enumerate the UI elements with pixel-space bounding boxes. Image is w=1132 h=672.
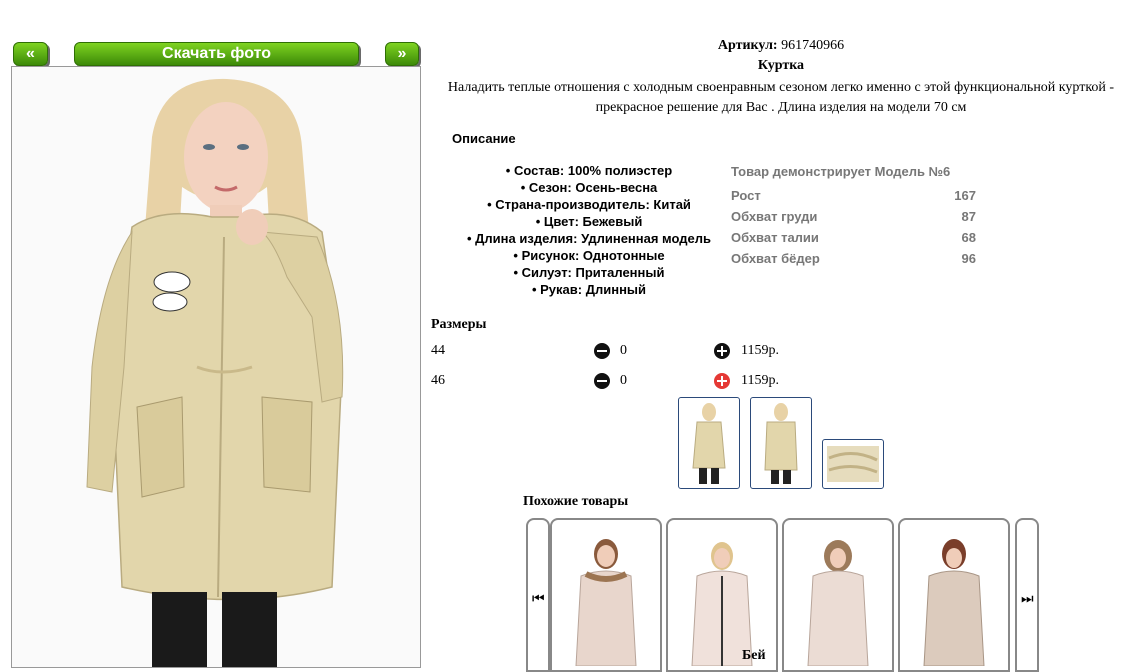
model-row-label: Обхват бёдер: [731, 251, 820, 266]
property-item: Состав: 100% полиэстер: [450, 162, 728, 179]
model-row-value: 68: [961, 230, 976, 245]
similar-product-card[interactable]: [550, 518, 662, 672]
model-row: Обхват груди 87: [731, 206, 976, 227]
model-row-value: 96: [961, 251, 976, 266]
previous-photo-button[interactable]: «: [13, 42, 48, 66]
quantity-value: 0: [620, 373, 627, 388]
similar-products-heading: Похожие товары: [523, 494, 629, 509]
model-row-value: 87: [961, 209, 976, 224]
size-price: 1159р.: [741, 343, 779, 358]
description-heading: Описание: [452, 131, 516, 146]
photo-thumbnail-front[interactable]: [678, 397, 740, 489]
property-item: Длина изделия: Удлиненная модель: [450, 230, 728, 247]
plus-circle-icon[interactable]: [714, 373, 730, 389]
minus-circle-icon[interactable]: [594, 373, 610, 389]
similar-product-card[interactable]: [898, 518, 1010, 672]
article-line: Артикул: 961740966: [430, 38, 1132, 54]
plus-circle-icon[interactable]: [714, 343, 730, 359]
model-row-value: 167: [954, 188, 976, 203]
similar-product-card[interactable]: [782, 518, 894, 672]
model-row: Обхват талии 68: [731, 227, 976, 248]
model-row-label: Рост: [731, 188, 761, 203]
model-row-label: Обхват груди: [731, 209, 818, 224]
photo-thumbnail-detail[interactable]: [822, 439, 884, 489]
skip-forward-icon: ⏭: [1021, 592, 1034, 607]
property-item: Сезон: Осень-весна: [450, 179, 728, 196]
carousel-prev-button[interactable]: ⏮: [526, 518, 550, 672]
model-row: Обхват бёдер 96: [731, 248, 976, 269]
article-label: Артикул:: [717, 38, 778, 53]
minus-circle-icon[interactable]: [594, 343, 610, 359]
model-heading: Товар демонстрирует Модель №6: [731, 164, 951, 179]
property-item: Силуэт: Приталенный: [450, 264, 728, 281]
skip-back-icon: ⏮: [532, 592, 545, 607]
download-photo-button[interactable]: Скачать фото: [74, 42, 359, 66]
next-photo-button[interactable]: »: [385, 42, 419, 66]
product-title: Куртка: [757, 58, 805, 73]
main-product-photo[interactable]: [11, 66, 421, 668]
model-row: Рост 167: [731, 185, 976, 206]
property-item: Рукав: Длинный: [450, 281, 728, 298]
quantity-value: 0: [620, 343, 627, 358]
model-row-label: Обхват талии: [731, 230, 819, 245]
article-value: 961740966: [781, 38, 845, 53]
property-item: Страна-производитель: Китай: [450, 196, 728, 213]
product-description: Наладить теплые отношения с холодным сво…: [447, 80, 1115, 115]
carousel-next-button[interactable]: ⏭: [1015, 518, 1039, 672]
model-measurements: Товар демонстрирует Модель №6 Рост 167 О…: [731, 164, 976, 269]
cut-off-text: Бей: [742, 648, 766, 663]
sizes-heading: Размеры: [431, 317, 487, 332]
property-item: Рисунок: Однотонные: [450, 247, 728, 264]
properties-list: Состав: 100% полиэстер Сезон: Осень-весн…: [450, 162, 728, 298]
size-value: 46: [431, 373, 445, 388]
size-price: 1159р.: [741, 373, 779, 388]
size-value: 44: [431, 343, 445, 358]
photo-thumbnail-back[interactable]: [750, 397, 812, 489]
property-item: Цвет: Бежевый: [450, 213, 728, 230]
